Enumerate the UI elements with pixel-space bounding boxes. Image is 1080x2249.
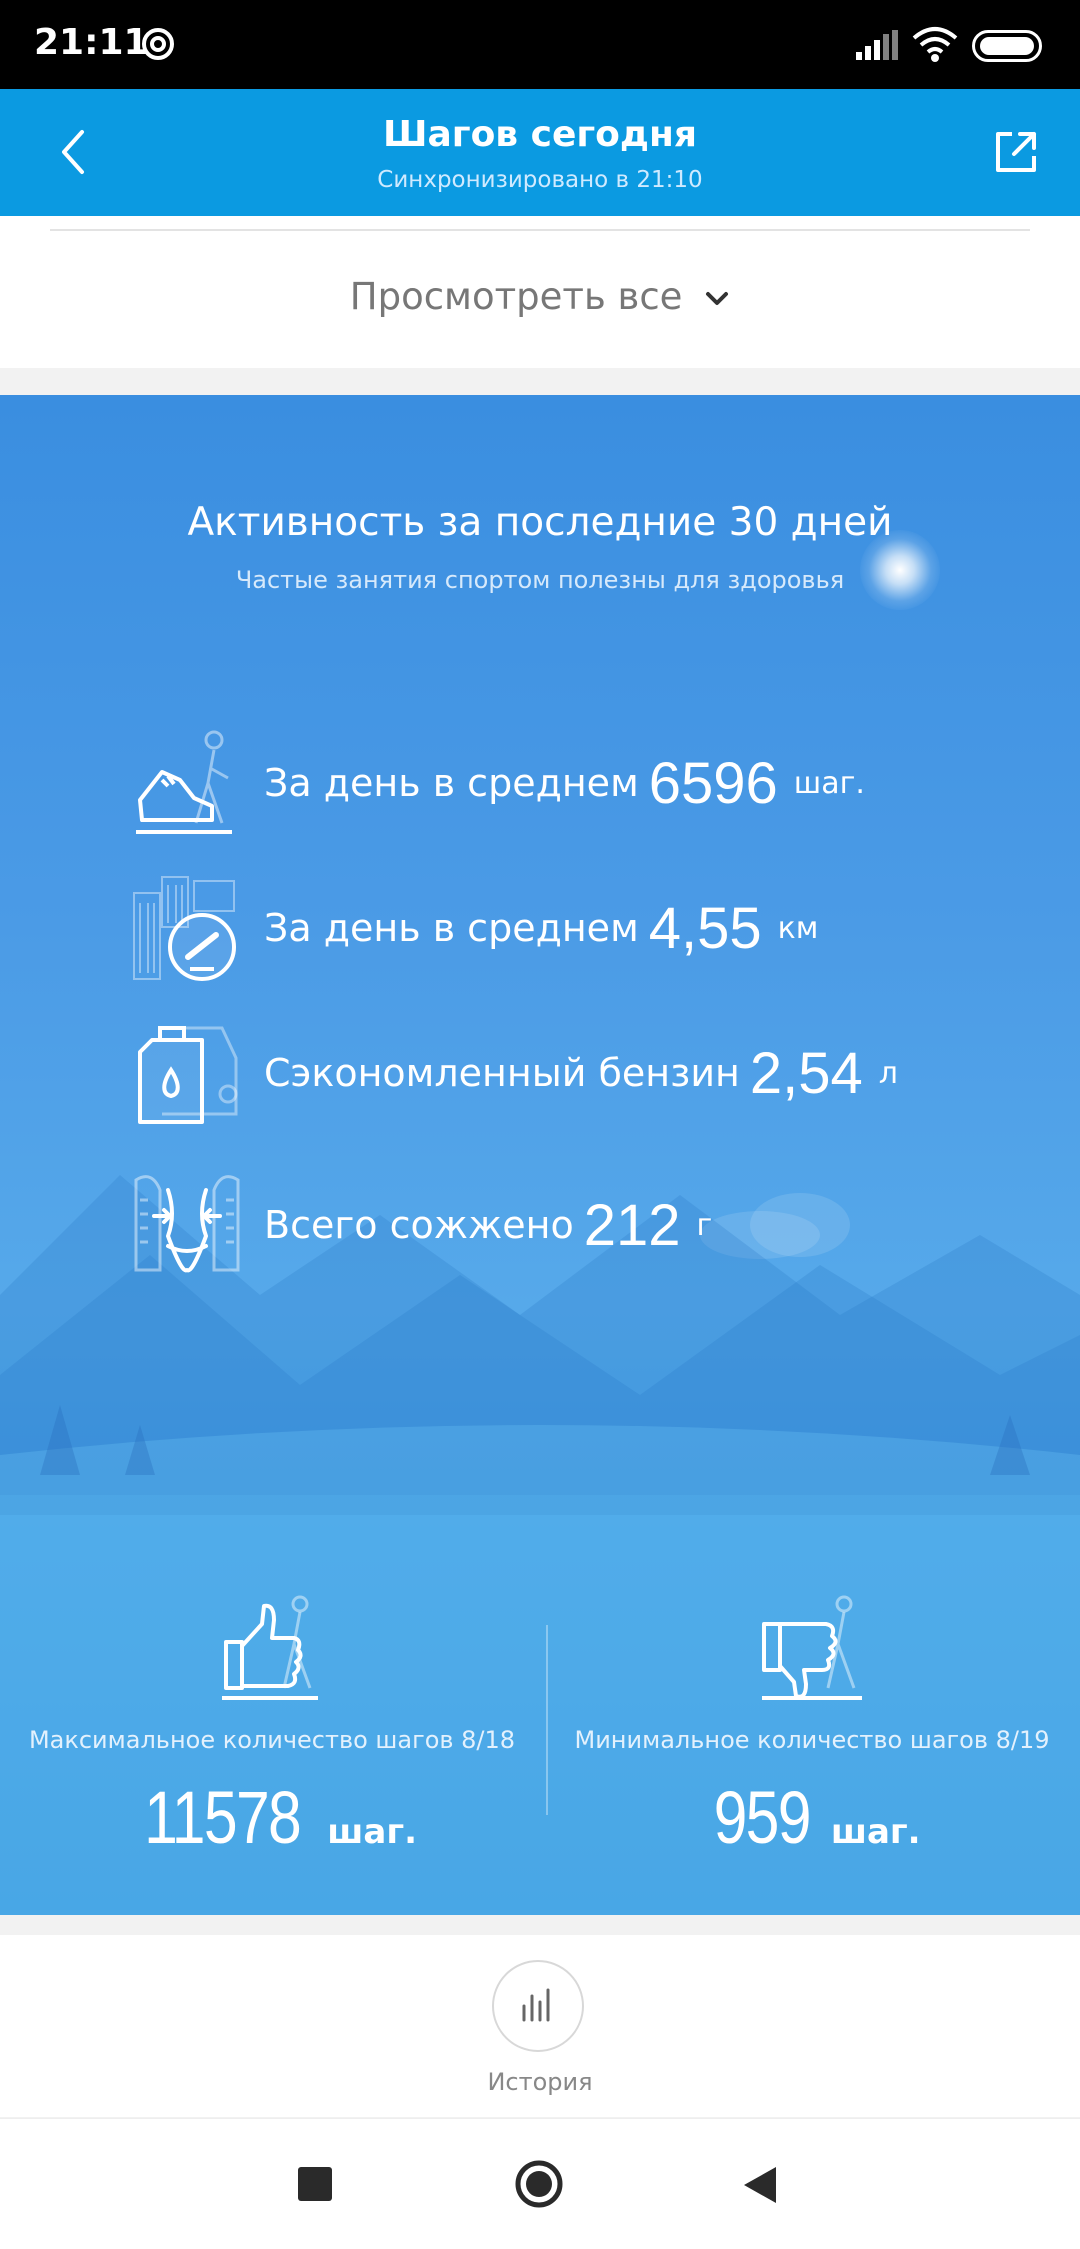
thumbs-up-icon: [222, 1595, 318, 1700]
share-icon[interactable]: [990, 126, 1042, 178]
view-all-button[interactable]: Просмотреть все: [0, 275, 1080, 318]
recents-icon[interactable]: [298, 2167, 332, 2201]
activity-title: Активность за последние 30 дней: [187, 500, 893, 545]
stat-label: За день в среднем: [264, 761, 639, 805]
at-sign-icon: [142, 28, 174, 60]
stat-value: 6596: [648, 750, 778, 816]
stat-value: 2,54: [749, 1040, 863, 1106]
stat-label: Сэкономленный бензин: [264, 1051, 740, 1095]
min-steps-label: Минимальное количество шагов 8/19: [574, 1726, 1050, 1754]
stat-unit: км: [777, 910, 819, 946]
stat-value: 212: [583, 1192, 681, 1258]
activity-panel: [0, 395, 1080, 1915]
landscape-background: [0, 1175, 1080, 1915]
min-steps-value: 959 шаг.: [542, 1775, 1080, 1860]
stat-unit: г: [696, 1207, 713, 1243]
waist-icon: [134, 1175, 240, 1273]
page-title: Шагов сегодня: [383, 114, 697, 155]
chevron-down-icon: [706, 291, 729, 305]
stat-row-fuel: Сэкономленный бензин 2,54 л: [132, 1018, 1032, 1128]
stat-label: За день в среднем: [264, 906, 639, 950]
min-steps-number: 959: [713, 1776, 812, 1859]
bar-chart-icon: [522, 1988, 550, 2022]
battery-icon: [972, 30, 1042, 62]
stat-label: Всего сожжено: [264, 1203, 574, 1247]
history-button[interactable]: [492, 1960, 584, 2052]
view-all-label: Просмотреть все: [349, 275, 683, 318]
max-steps-number: 11578: [144, 1776, 302, 1859]
activity-subtitle: Частые занятия спортом полезны для здоро…: [235, 566, 845, 594]
stat-row-steps: За день в среднем 6596 шаг.: [132, 728, 1032, 838]
stat-value: 4,55: [648, 895, 762, 961]
walking-shoe-icon: [136, 730, 232, 834]
max-steps-value: 11578 шаг.: [2, 1775, 542, 1860]
max-steps-label: Максимальное количество шагов 8/18: [28, 1726, 516, 1754]
sync-status: Синхронизировано в 21:10: [377, 167, 703, 193]
stat-row-calories: Всего сожжено 212 г: [132, 1170, 1032, 1280]
divider: [50, 229, 1030, 231]
stat-unit: л: [878, 1055, 898, 1091]
signal-icon: [856, 30, 898, 60]
thumbs-down-icon: [762, 1595, 862, 1700]
min-steps-unit: шаг.: [830, 1812, 921, 1852]
wifi-icon: [912, 27, 958, 62]
max-steps-unit: шаг.: [327, 1812, 418, 1852]
status-time: 21:11: [34, 22, 149, 63]
speedometer-icon: [133, 876, 236, 981]
fuel-can-icon: [138, 1026, 238, 1124]
history-label: История: [487, 2068, 593, 2096]
stat-row-distance: За день в среднем 4,55 км: [132, 873, 1032, 983]
stat-unit: шаг.: [793, 765, 865, 801]
home-icon[interactable]: [514, 2159, 564, 2209]
back-icon[interactable]: [740, 2163, 780, 2207]
